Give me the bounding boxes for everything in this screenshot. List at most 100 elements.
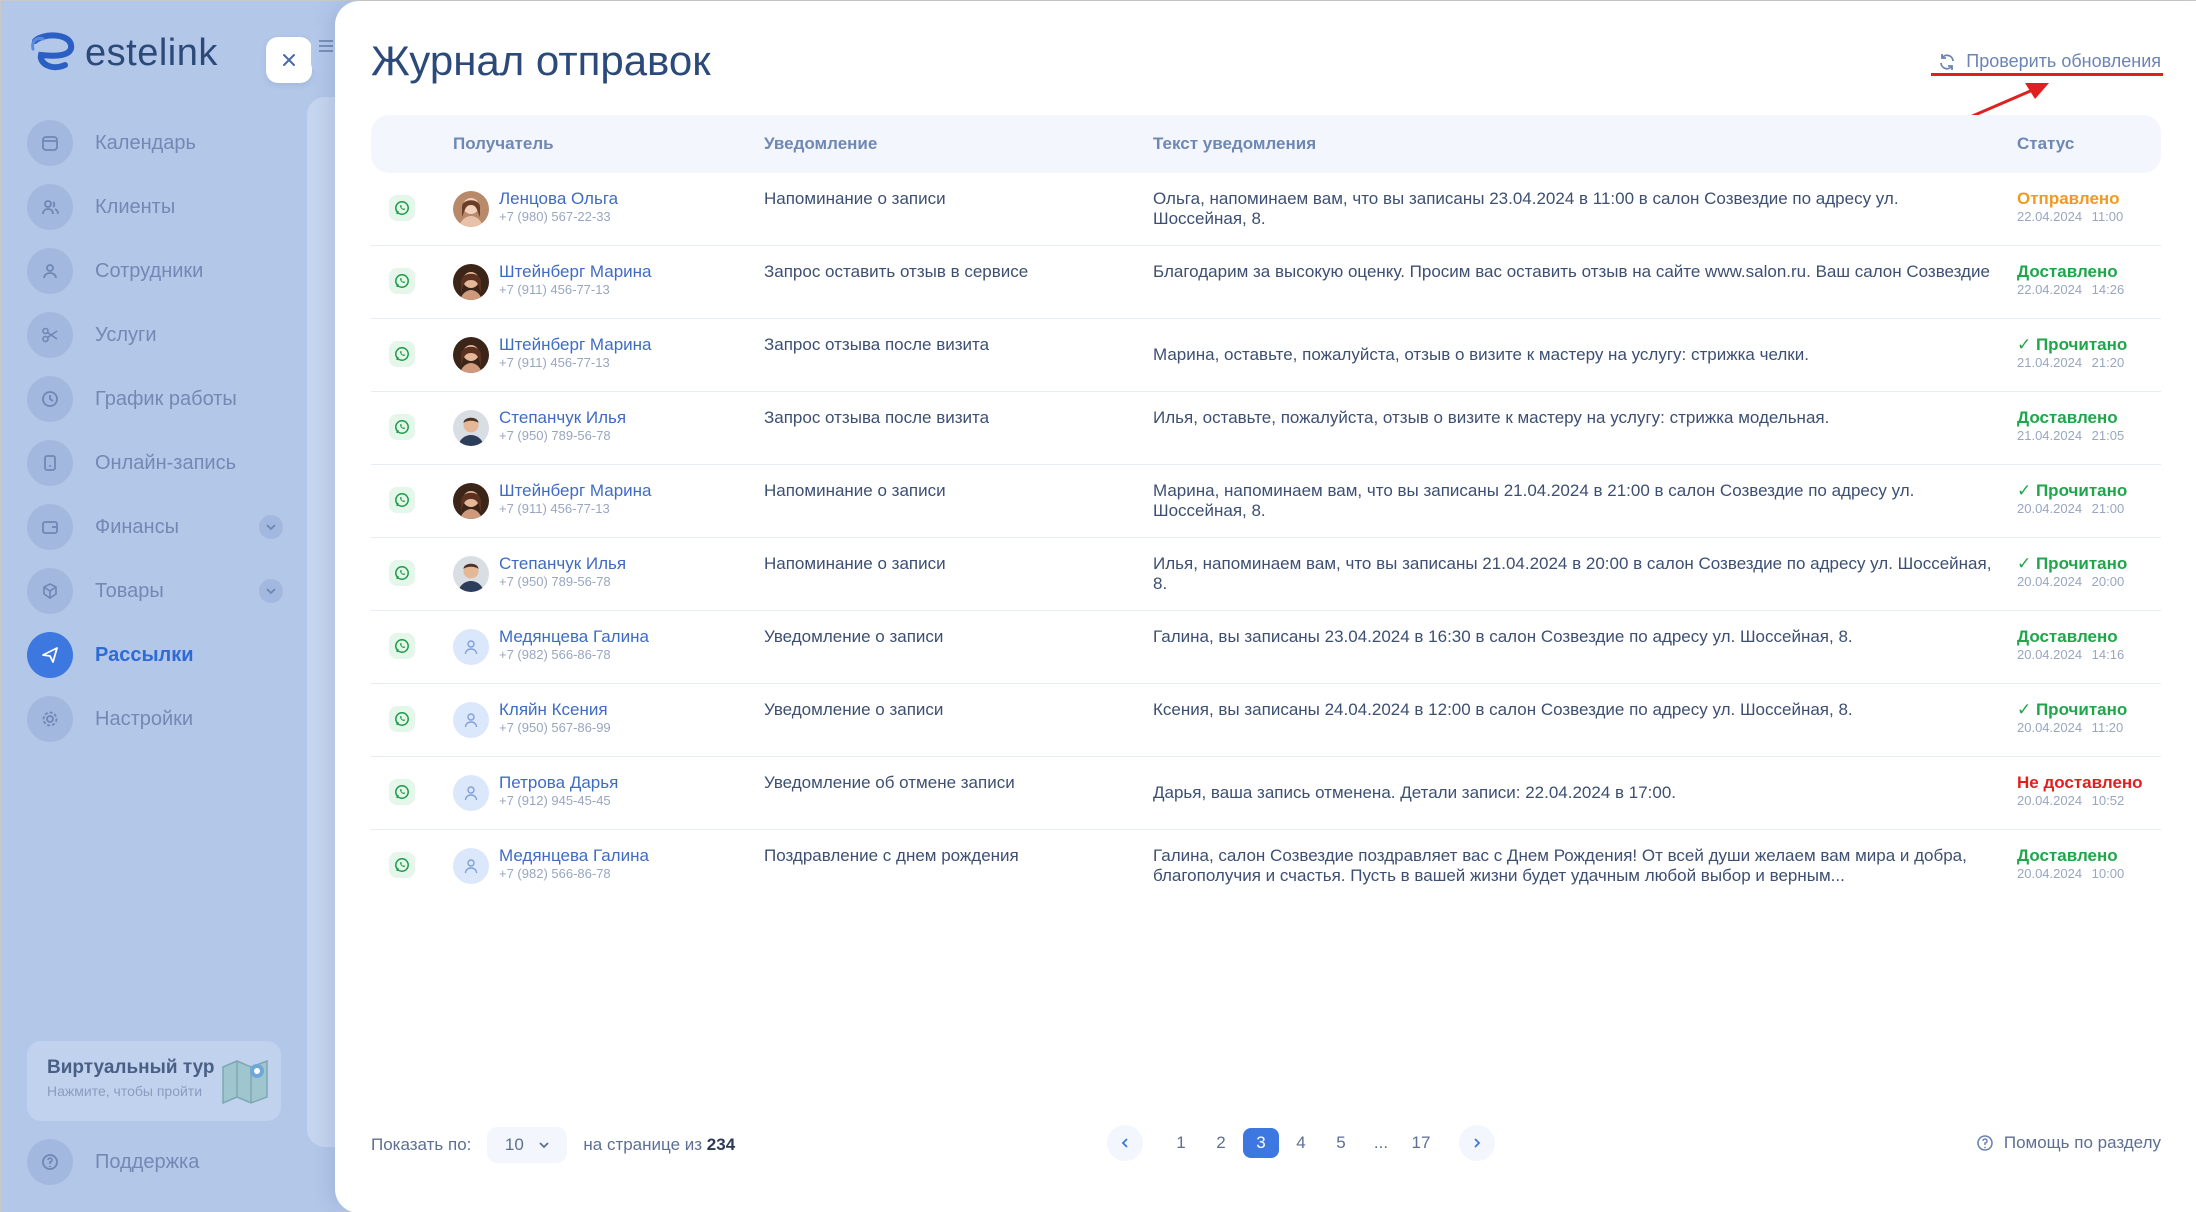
status-badge: ✓ Прочитано xyxy=(2017,481,2128,500)
sidebar-item-label: Услуги xyxy=(95,323,157,346)
page-button[interactable]: 4 xyxy=(1281,1128,1321,1158)
notification-type: Поздравление с днем рождения xyxy=(764,846,1019,865)
table-body: Ленцова Ольга +7 (980) 567-22-33 Напоминан… xyxy=(371,173,2161,903)
chevron-down-icon[interactable] xyxy=(259,579,283,603)
recipient-name[interactable]: Кляйн Ксения xyxy=(499,700,611,720)
status-date: 20.04.2024 10:52 xyxy=(2017,793,2125,808)
sidebar-item-employees[interactable]: Сотрудники xyxy=(27,247,283,295)
table-row[interactable]: Петрова Дарья +7 (912) 945-45-45 Уведомлен… xyxy=(371,757,2161,830)
sidebar-item-clients[interactable]: Клиенты xyxy=(27,183,283,231)
recipient-name[interactable]: Штейнберг Марина xyxy=(499,262,652,282)
prev-page-button[interactable] xyxy=(1107,1125,1143,1161)
whatsapp-icon xyxy=(389,414,415,440)
user-icon xyxy=(464,786,478,801)
sidebar-item-services[interactable]: Услуги xyxy=(27,311,283,359)
table-row[interactable]: Штейнберг Марина +7 (911) 456-77-13 Запрос… xyxy=(371,246,2161,319)
logo-icon xyxy=(31,32,75,71)
table-row[interactable]: Штейнберг Марина +7 (911) 456-77-13 Запрос… xyxy=(371,319,2161,392)
recipient-name[interactable]: Степанчук Илья xyxy=(499,554,626,574)
status-badge: ✓ Прочитано xyxy=(2017,554,2128,573)
avatar xyxy=(453,264,489,300)
page-button[interactable]: 5 xyxy=(1321,1128,1361,1158)
map-icon xyxy=(222,1059,268,1105)
table-row[interactable]: Медянцева Галина +7 (982) 566-86-78 Уведом… xyxy=(371,611,2161,684)
notification-type: Уведомление о записи xyxy=(764,627,944,646)
table-row[interactable]: Медянцева Галина +7 (982) 566-86-78 Поздра… xyxy=(371,830,2161,903)
sidebar-item-label: Товары xyxy=(95,579,164,602)
pagination: 1 2 3 4 5 ... 17 xyxy=(1107,1125,1495,1161)
virtual-tour-card[interactable]: Виртуальный тур Нажмите, чтобы пройти xyxy=(27,1041,281,1121)
chevron-down-icon[interactable] xyxy=(259,515,283,539)
sidebar-item-schedule[interactable]: График работы xyxy=(27,375,283,423)
help-link[interactable]: Помощь по разделу xyxy=(1976,1133,2161,1153)
notification-type: Напоминание о записи xyxy=(764,481,946,500)
recipient-name[interactable]: Штейнберг Марина xyxy=(499,481,652,501)
recipient-name[interactable]: Ленцова Ольга xyxy=(499,189,618,209)
close-sidebar-button[interactable] xyxy=(266,37,312,83)
table-footer: Показать по: 10 на странице из 234 1 2 3… xyxy=(371,1125,2161,1165)
page-button[interactable]: 17 xyxy=(1401,1128,1441,1158)
avatar xyxy=(453,337,489,373)
column-recipient[interactable]: Получатель xyxy=(453,134,764,154)
notification-type: Напоминание о записи xyxy=(764,554,946,573)
logo[interactable]: estelink xyxy=(29,29,218,77)
whatsapp-icon xyxy=(389,268,415,294)
next-page-button[interactable] xyxy=(1459,1125,1495,1161)
recipient-name[interactable]: Степанчук Илья xyxy=(499,408,626,428)
check-updates-link[interactable]: Проверить обновления xyxy=(1938,51,2161,72)
recipient-name[interactable]: Штейнберг Марина xyxy=(499,335,652,355)
whatsapp-icon xyxy=(389,852,415,878)
sidebar-item-label: Календарь xyxy=(95,131,196,154)
sidebar-item-calendar[interactable]: Календарь xyxy=(27,119,283,167)
recipient-name[interactable]: Медянцева Галина xyxy=(499,627,649,647)
refresh-icon xyxy=(1940,53,1955,70)
sidebar-item-products[interactable]: Товары xyxy=(27,567,283,615)
chevron-left-icon xyxy=(1121,1138,1128,1148)
column-text[interactable]: Текст уведомления xyxy=(1153,134,2017,154)
table-row[interactable]: Степанчук Илья +7 (950) 789-56-78 Напомина… xyxy=(371,538,2161,611)
clients-icon xyxy=(27,184,73,230)
per-page-select[interactable]: 10 xyxy=(487,1127,568,1163)
sidebar-item-online-booking[interactable]: Онлайн-запись xyxy=(27,439,283,487)
status-date: 22.04.2024 14:26 xyxy=(2017,282,2125,297)
notification-type: Напоминание о записи xyxy=(764,189,946,208)
help-label: Помощь по разделу xyxy=(2003,1133,2161,1152)
support-link[interactable]: Поддержка xyxy=(27,1139,199,1185)
table-row[interactable]: Ленцова Ольга +7 (980) 567-22-33 Напоминан… xyxy=(371,173,2161,246)
recipient-name[interactable]: Медянцева Галина xyxy=(499,846,649,866)
status-badge: Доставлено xyxy=(2017,408,2118,427)
recipient-phone: +7 (950) 789-56-78 xyxy=(499,574,611,589)
notification-type: Запрос отзыва после визита xyxy=(764,335,990,354)
support-label: Поддержка xyxy=(95,1150,200,1173)
table-row[interactable]: Степанчук Илья +7 (950) 789-56-78 Запрос о… xyxy=(371,392,2161,465)
send-icon xyxy=(27,632,73,678)
avatar xyxy=(453,191,489,227)
avatar xyxy=(453,410,489,446)
notification-type: Запрос оставить отзыв в сервисе xyxy=(764,262,1029,281)
help-icon xyxy=(27,1139,73,1185)
sidebar-item-settings[interactable]: Настройки xyxy=(27,695,283,743)
wallet-icon xyxy=(27,504,73,550)
sidebar-item-label: Рассылки xyxy=(95,643,194,666)
box-icon xyxy=(27,568,73,614)
phone-icon xyxy=(27,440,73,486)
page-button[interactable]: 1 xyxy=(1161,1128,1201,1158)
page-ellipsis: ... xyxy=(1373,1133,1389,1152)
page-button-current[interactable]: 3 xyxy=(1243,1128,1279,1158)
help-icon xyxy=(1977,1135,1993,1151)
notification-text: Галина, салон Созвездие поздравляет вас … xyxy=(1153,846,1967,885)
recipient-name[interactable]: Петрова Дарья xyxy=(499,773,618,793)
table-row[interactable]: Штейнберг Марина +7 (911) 456-77-13 Напоми… xyxy=(371,465,2161,538)
page-button[interactable]: 2 xyxy=(1201,1128,1241,1158)
column-notification[interactable]: Уведомление xyxy=(764,134,1153,154)
notification-text: Илья, оставьте, пожалуйста, отзыв о визи… xyxy=(1153,408,1830,427)
column-status[interactable]: Статус xyxy=(2017,134,2161,154)
sidebar-item-mailings[interactable]: Рассылки xyxy=(27,631,283,679)
notification-text: Илья, напоминаем вам, что вы записаны 21… xyxy=(1153,554,1992,593)
sidebar-item-finance[interactable]: Финансы xyxy=(27,503,283,551)
clock-icon xyxy=(27,376,73,422)
notification-type: Уведомление о записи xyxy=(764,700,944,719)
status-date: 20.04.2024 10:00 xyxy=(2017,866,2125,881)
recipient-phone: +7 (980) 567-22-33 xyxy=(499,209,611,224)
table-row[interactable]: Кляйн Ксения +7 (950) 567-86-99 Уведомлени… xyxy=(371,684,2161,757)
